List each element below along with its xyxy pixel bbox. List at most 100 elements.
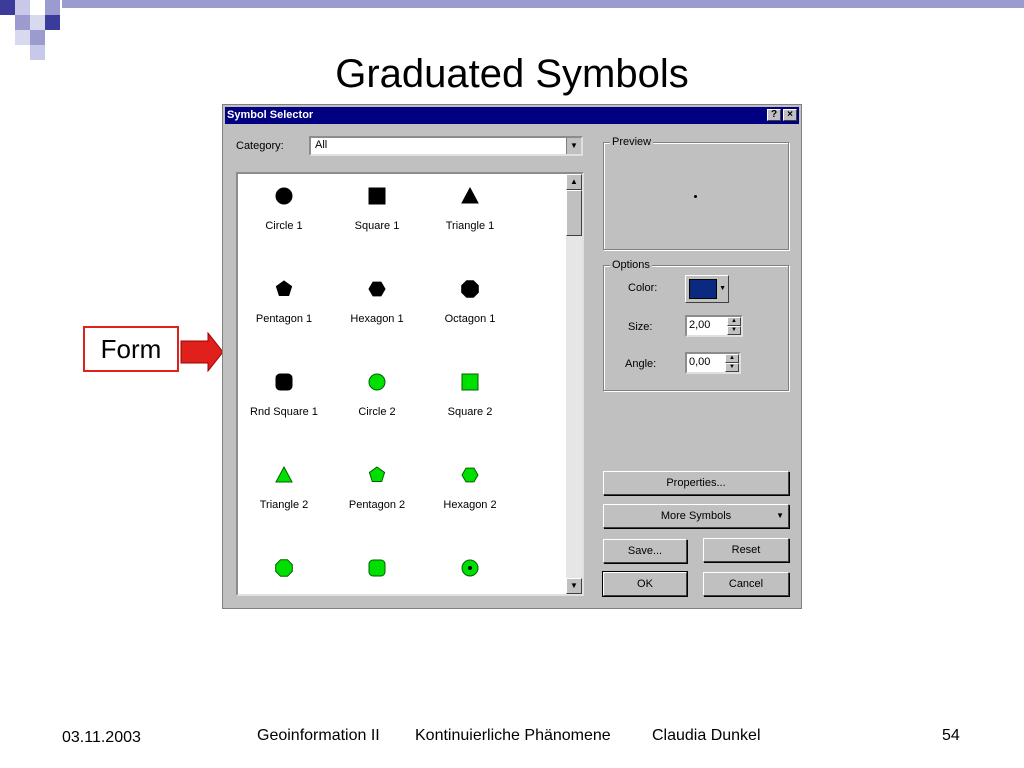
- symbol-item[interactable]: Hexagon 1: [331, 279, 423, 329]
- spin-down-icon[interactable]: ▼: [725, 363, 739, 372]
- dropdown-arrow-icon: ▼: [776, 511, 784, 520]
- spin-up-icon[interactable]: ▲: [725, 354, 739, 363]
- category-label: Category:: [236, 140, 284, 152]
- more-symbols-label: More Symbols: [660, 510, 732, 522]
- symbol-item[interactable]: [238, 558, 330, 594]
- scroll-thumb[interactable]: [566, 190, 582, 236]
- footer-date: 03.11.2003: [62, 729, 141, 746]
- spin-up-icon[interactable]: ▲: [727, 317, 741, 326]
- deco-square: [45, 15, 60, 30]
- category-select[interactable]: All ▼: [309, 136, 583, 156]
- square-symbol-icon: [461, 373, 479, 391]
- dropdown-arrow-icon: ▼: [719, 285, 726, 292]
- color-label: Color:: [628, 282, 658, 294]
- symbol-label: Hexagon 1: [350, 313, 404, 325]
- angle-input[interactable]: 0,00 ▲ ▼: [685, 352, 741, 374]
- deco-square: [30, 0, 45, 15]
- pentagon-symbol-icon: [368, 466, 386, 482]
- square-symbol-icon: [368, 187, 386, 205]
- symbol-item[interactable]: Square 2: [424, 372, 516, 422]
- symbol-item[interactable]: Rnd Square 1: [238, 372, 330, 422]
- symbol-label: Triangle 2: [259, 499, 309, 511]
- symbol-label: Triangle 1: [445, 220, 495, 232]
- hexagon-symbol-icon: [368, 281, 386, 297]
- triangle-symbol-icon: [275, 465, 293, 483]
- size-stepper[interactable]: ▲ ▼: [727, 317, 741, 335]
- category-value: All: [315, 139, 328, 151]
- help-button[interactable]: ?: [767, 109, 781, 121]
- circle-dot-symbol-icon: [461, 559, 479, 577]
- angle-value: 0,00: [689, 356, 711, 368]
- symbol-selector-dialog: Symbol Selector ? × Category: All ▼ Circ…: [222, 104, 802, 609]
- pentagon-symbol-icon: [275, 280, 293, 296]
- footer-author: Claudia Dunkel: [652, 727, 761, 744]
- symbol-label: Square 1: [354, 220, 400, 232]
- dialog-titlebar: Symbol Selector ? ×: [225, 107, 799, 124]
- preview-group: Preview: [603, 136, 789, 250]
- scroll-up-icon[interactable]: ▲: [566, 174, 582, 190]
- deco-bar: [62, 0, 1024, 8]
- symbol-label: Circle 2: [358, 406, 396, 418]
- symbol-label: Pentagon 1: [255, 313, 313, 325]
- color-swatch: [689, 279, 717, 299]
- spin-down-icon[interactable]: ▼: [727, 326, 741, 335]
- triangle-symbol-icon: [461, 186, 479, 204]
- dialog-title: Symbol Selector: [227, 109, 314, 121]
- deco-square: [15, 15, 30, 30]
- symbol-item[interactable]: [331, 558, 423, 594]
- symbol-label: Rnd Square 1: [250, 406, 318, 418]
- deco-square: [0, 0, 15, 15]
- circle-symbol-icon: [368, 373, 386, 391]
- symbol-item[interactable]: Octagon 1: [424, 279, 516, 329]
- form-callout: Form: [83, 326, 179, 372]
- circle-symbol-icon: [275, 187, 293, 205]
- deco-square: [15, 30, 30, 45]
- footer-course: Geoinformation II: [257, 727, 380, 744]
- symbol-item[interactable]: Triangle 2: [238, 465, 330, 515]
- slide-title: Graduated Symbols: [335, 52, 689, 96]
- symbol-list[interactable]: Circle 1 Square 1 Triangle 1 Pentagon 1 Hexa…: [236, 172, 584, 596]
- symbol-item[interactable]: Triangle 1: [424, 186, 516, 236]
- symbol-item[interactable]: Pentagon 2: [331, 465, 423, 515]
- reset-button[interactable]: Reset: [703, 538, 789, 562]
- symbol-item[interactable]: Pentagon 1: [238, 279, 330, 329]
- symbol-item[interactable]: Hexagon 2: [424, 465, 516, 515]
- symbol-label: Circle 1: [265, 220, 303, 232]
- more-symbols-button[interactable]: More Symbols ▼: [603, 504, 789, 528]
- hexagon-symbol-icon: [461, 467, 479, 483]
- options-label: Options: [610, 259, 652, 271]
- deco-square: [30, 15, 45, 30]
- octagon-symbol-icon: [461, 280, 479, 298]
- symbol-item[interactable]: Circle 2: [331, 372, 423, 422]
- preview-label: Preview: [610, 136, 654, 148]
- save-button[interactable]: Save...: [603, 539, 687, 563]
- ok-button[interactable]: OK: [602, 571, 688, 597]
- size-input[interactable]: 2,00 ▲ ▼: [685, 315, 743, 337]
- footer-page: 54: [942, 727, 960, 744]
- symbol-item[interactable]: [424, 558, 516, 594]
- close-button[interactable]: ×: [783, 109, 797, 121]
- preview-symbol: [694, 195, 697, 198]
- octagon-symbol-icon: [275, 559, 293, 577]
- round-square-symbol-icon: [368, 559, 386, 577]
- arrow-right-icon: [180, 332, 224, 372]
- scroll-down-icon[interactable]: ▼: [566, 578, 582, 594]
- vertical-scrollbar[interactable]: ▲ ▼: [566, 174, 582, 594]
- size-value: 2,00: [689, 319, 711, 331]
- deco-square: [15, 0, 30, 15]
- symbol-label: Hexagon 2: [443, 499, 497, 511]
- cancel-button[interactable]: Cancel: [703, 572, 789, 596]
- round-square-symbol-icon: [275, 373, 293, 391]
- symbol-item[interactable]: Circle 1: [238, 186, 330, 236]
- angle-label: Angle:: [625, 358, 657, 370]
- angle-stepper[interactable]: ▲ ▼: [725, 354, 739, 372]
- deco-square: [45, 0, 60, 15]
- symbol-label: Square 2: [447, 406, 493, 418]
- symbol-label: Pentagon 2: [348, 499, 406, 511]
- dropdown-arrow-icon[interactable]: ▼: [566, 138, 581, 154]
- footer-topic: Kontinuierliche Phänomene: [415, 727, 611, 744]
- symbol-label: Octagon 1: [444, 313, 496, 325]
- properties-button[interactable]: Properties...: [603, 471, 789, 495]
- color-picker-button[interactable]: ▼: [685, 275, 729, 303]
- symbol-item[interactable]: Square 1: [331, 186, 423, 236]
